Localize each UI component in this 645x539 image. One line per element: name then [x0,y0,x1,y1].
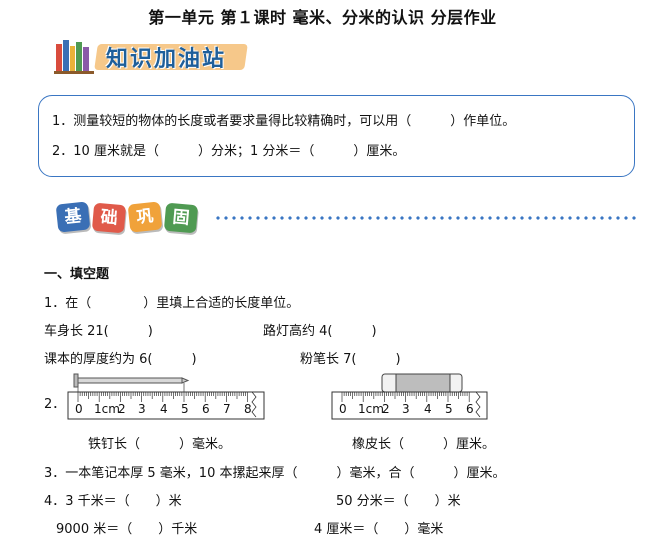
ruler-1-tick-label: 0 [75,402,83,416]
ruler-2-tick-label: 4 [424,402,432,416]
question-1-item-3: 课本的厚度约为 6( ) [44,352,197,367]
question-1-item-1: 车身长 21( ) [44,324,153,339]
question-1-item-2: 路灯高约 4( ) [263,324,377,339]
section-title: 一、填空题 [44,267,110,282]
ruler-2-tick-label: 3 [402,402,410,416]
banner-basic-char-3: 巩 [127,201,163,233]
ruler-1-tick-label: 7 [223,402,231,416]
ruler-1-tick-label: 2 [118,402,126,416]
ruler-2-tick-label: 6 [466,402,474,416]
question-4-item-1: 4．3 千米＝（ ）米 [44,494,182,509]
question-4-item-4: 4 厘米＝（ ）毫米 [314,522,444,537]
banner-basic-char-1: 基 [55,201,91,233]
banner-knowledge-title: 知识加油站 [106,47,227,72]
question-3: 3．一本笔记本厚 5 毫米，10 本摞起来厚（ ）毫米，合（ ）厘米。 [44,466,506,481]
question-2-answer-nail: 铁钉长（ ）毫米。 [88,437,232,452]
ruler-1-tick-label: 6 [202,402,210,416]
page-title: 第一单元 第１课时 毫米、分米的认识 分层作业 [148,8,497,27]
knowledge-item-2: 2．10 厘米就是（ ）分米；1 分米＝（ ）厘米。 [52,144,406,159]
dotted-divider [214,216,639,220]
banner-basic-char-4: 固 [163,202,199,234]
question-2-number: 2． [44,397,66,412]
ruler-2-tick-label: 2 [382,402,390,416]
question-2-answer-eraser: 橡皮长（ ）厘米。 [352,437,496,452]
knowledge-item-1: 1．测量较短的物体的长度或者要求量得比较精确时，可以用（ ）作单位。 [52,114,516,129]
ruler-1-tick-label: 5 [181,402,189,416]
ruler-1-tick-label: 8 [244,402,252,416]
ruler-1-tick-label: 1cm [94,402,120,416]
ruler-1-labels: 0 1cm 2 3 4 5 6 7 8 [66,402,266,418]
knowledge-box [38,95,635,177]
question-1-stem: 1．在（ ）里填上合适的长度单位。 [44,296,300,311]
question-1-item-4: 粉笔长 7( ) [300,352,401,367]
books-icon [54,38,94,74]
ruler-2-tick-label: 0 [339,402,347,416]
question-4-item-2: 50 分米＝（ ）米 [336,494,461,509]
ruler-1-tick-label: 4 [160,402,168,416]
ruler-1-tick-label: 3 [138,402,146,416]
question-4-item-3: 9000 米＝（ ）千米 [56,522,198,537]
ruler-2-labels: 0 1cm 2 3 4 5 6 [330,402,490,418]
banner-basic-char-2: 础 [91,202,127,234]
ruler-2-tick-label: 5 [445,402,453,416]
ruler-2-tick-label: 1cm [358,402,384,416]
